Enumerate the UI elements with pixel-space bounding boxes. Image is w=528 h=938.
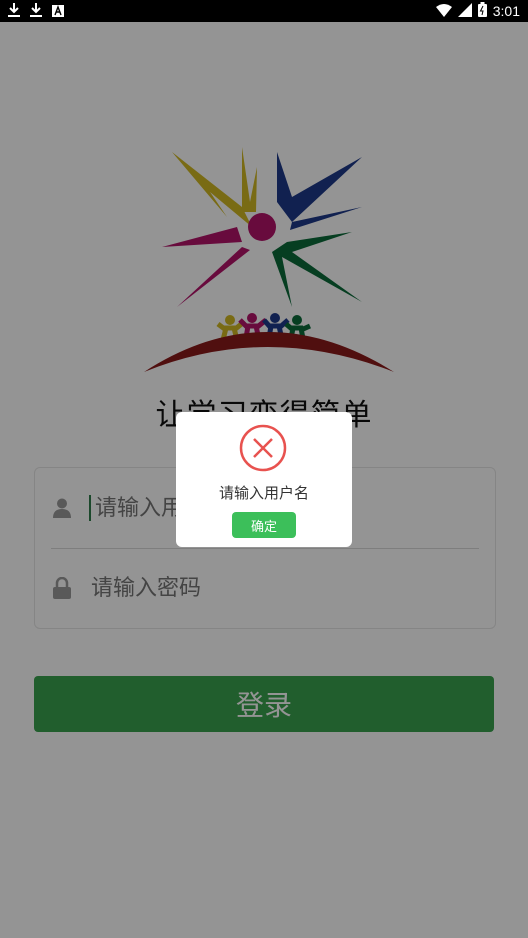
confirm-button[interactable]: 确定 [232, 512, 296, 538]
dialog-message: 请输入用户名 [218, 484, 309, 502]
status-time: 3:01 [492, 3, 520, 19]
wifi-icon [435, 3, 452, 20]
download-icon [8, 3, 20, 22]
status-right: 3:01 [435, 2, 520, 20]
battery-icon [477, 2, 487, 20]
a-icon [52, 4, 64, 22]
download-icon [30, 3, 42, 22]
status-bar: 3:01 [0, 0, 528, 22]
error-dialog: 请输入用户名 确定 [176, 412, 352, 547]
signal-icon [457, 2, 472, 20]
error-x-icon [239, 424, 287, 472]
status-left [8, 3, 64, 22]
